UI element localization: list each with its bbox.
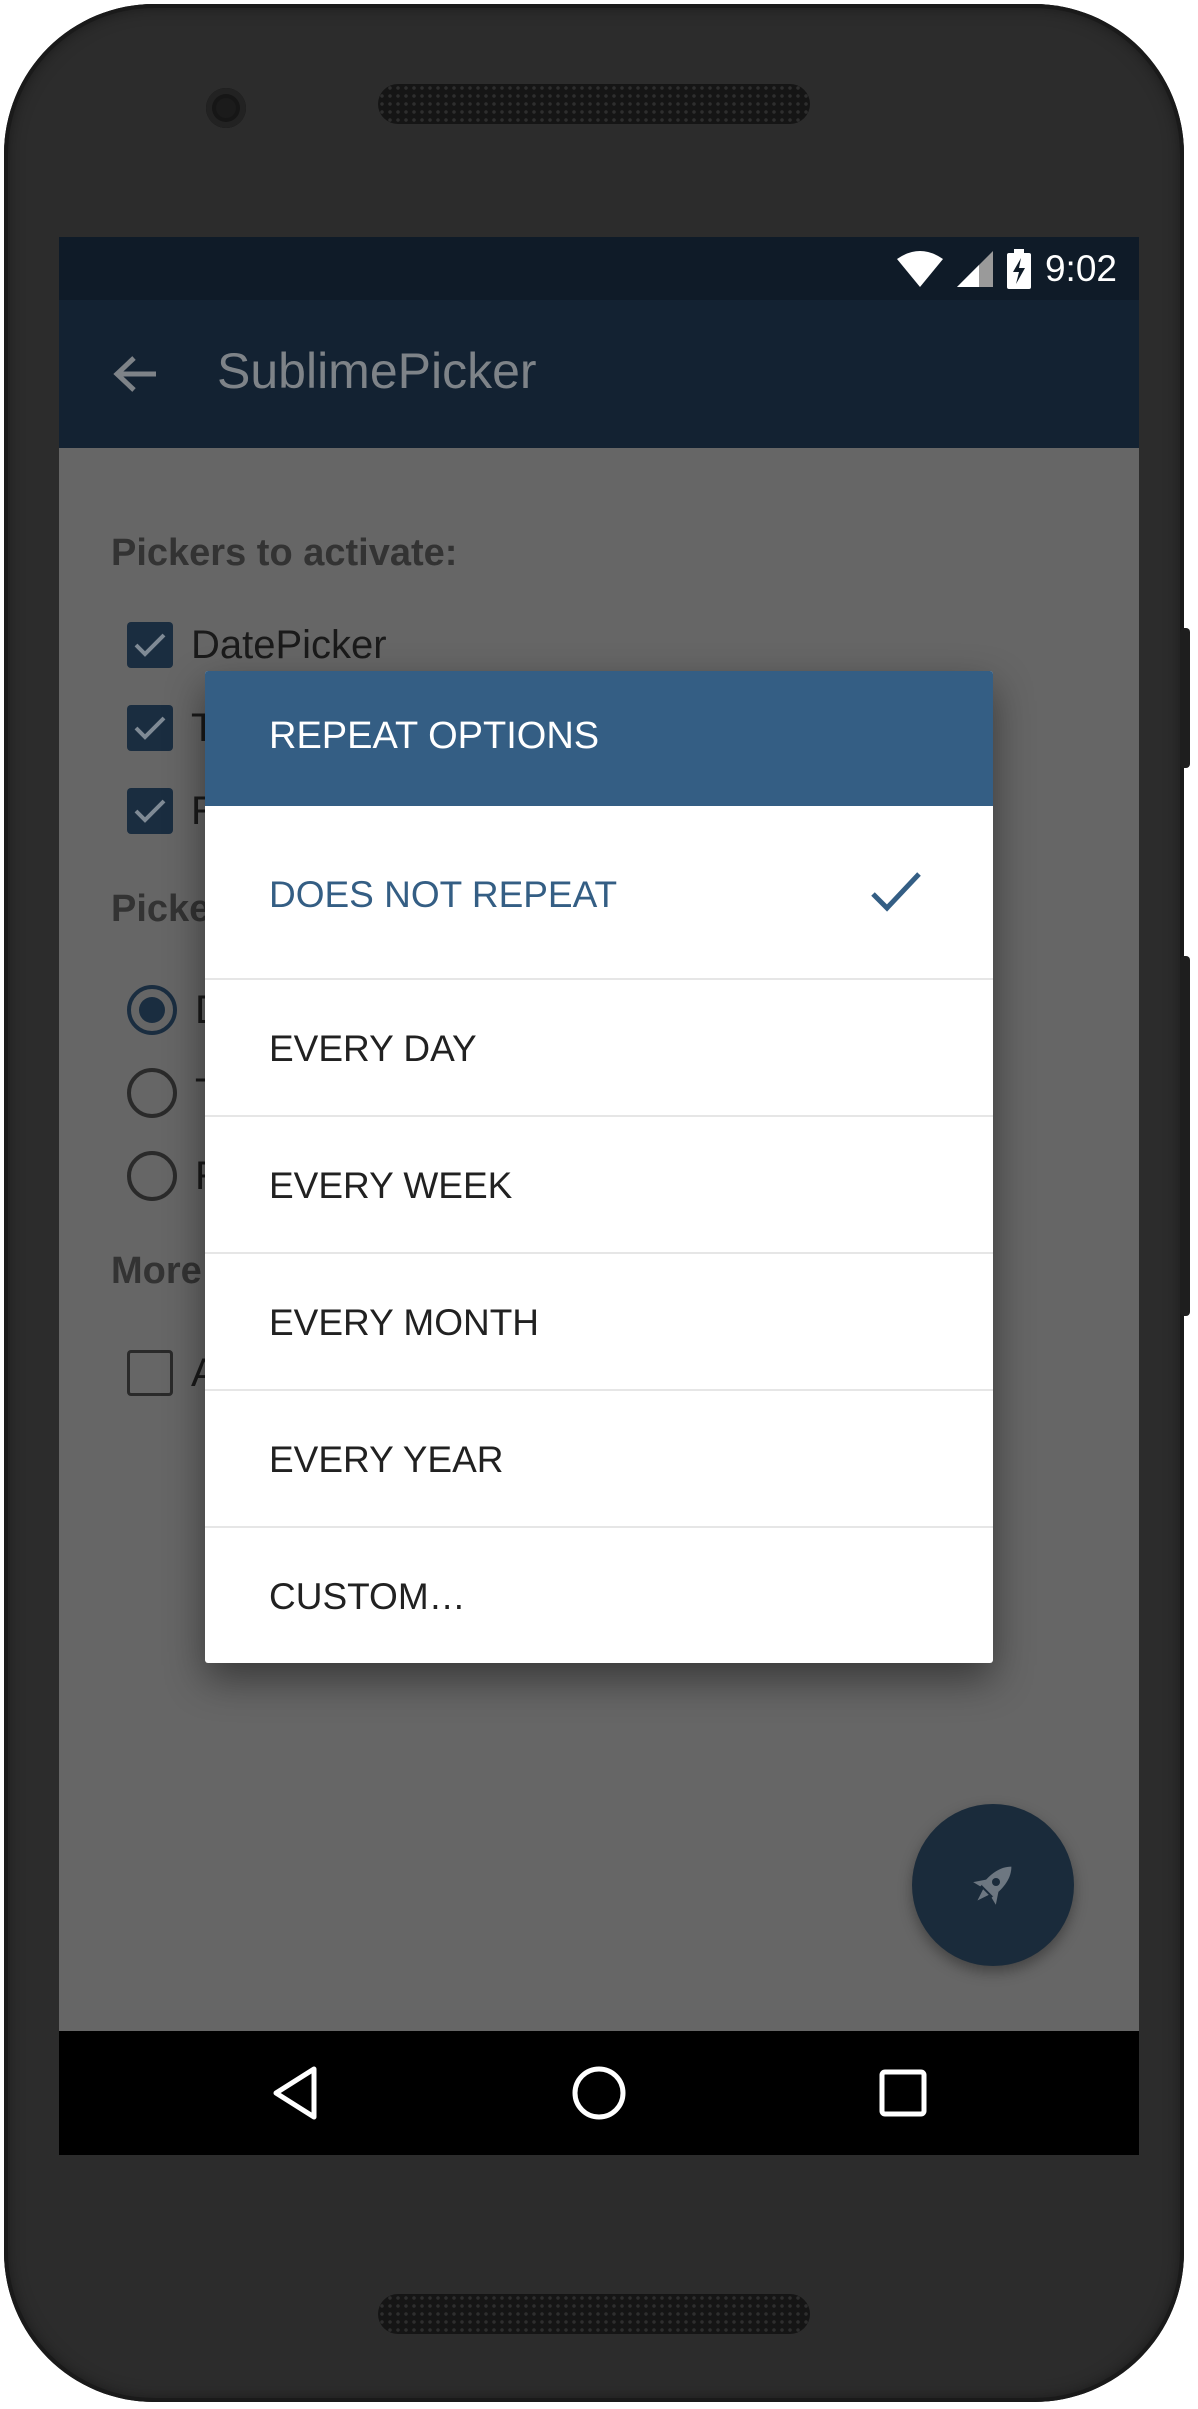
checkbox-unchecked[interactable] <box>127 1350 173 1396</box>
checkmark-icon <box>134 716 166 740</box>
radio-selected[interactable] <box>127 985 177 1035</box>
checkbox-checked[interactable] <box>127 788 173 834</box>
option-every-week[interactable]: EVERY WEEK <box>205 1117 993 1254</box>
checkbox-row-2[interactable]: T <box>127 698 215 758</box>
battery-charging-icon <box>1006 249 1031 289</box>
screen: 9:02 SublimePicker Pickers to activate: … <box>59 237 1139 2155</box>
signal-icon <box>956 251 993 287</box>
wifi-icon <box>896 251 943 287</box>
nav-back-button[interactable] <box>253 2051 337 2135</box>
checkbox-checked[interactable] <box>127 705 173 751</box>
dialog-title: REPEAT OPTIONS <box>269 715 600 757</box>
power-button <box>1180 628 1190 768</box>
option-label: DOES NOT REPEAT <box>269 874 618 915</box>
bottom-speaker <box>378 2294 810 2334</box>
check-icon <box>871 872 921 912</box>
checkbox-checked[interactable] <box>127 622 173 668</box>
top-speaker <box>378 84 810 124</box>
option-every-year[interactable]: EVERY YEAR <box>205 1391 993 1528</box>
option-custom[interactable]: CUSTOM… <box>205 1528 993 1663</box>
launch-fab[interactable] <box>912 1804 1074 1966</box>
checkbox-label: DatePicker <box>191 622 387 667</box>
home-circle-icon <box>572 2066 626 2120</box>
back-button[interactable] <box>105 344 165 404</box>
nav-recents-button[interactable] <box>861 2051 945 2135</box>
option-every-month[interactable]: EVERY MONTH <box>205 1254 993 1391</box>
status-time: 9:02 <box>1044 248 1117 289</box>
status-bar: 9:02 <box>59 237 1139 300</box>
app-title: SublimePicker <box>217 343 537 399</box>
option-label: EVERY WEEK <box>269 1165 513 1206</box>
checkbox-row-datepicker[interactable]: DatePicker <box>127 615 387 675</box>
recents-square-icon <box>879 2069 927 2117</box>
option-label: EVERY YEAR <box>269 1439 504 1480</box>
volume-button <box>1180 956 1190 1316</box>
option-label: EVERY DAY <box>269 1028 477 1069</box>
arrow-left-icon <box>113 356 156 392</box>
nav-bar <box>59 2031 1139 2155</box>
option-does-not-repeat[interactable]: DOES NOT REPEAT <box>205 806 993 980</box>
back-triangle-icon <box>273 2066 317 2120</box>
checkmark-icon <box>134 799 166 823</box>
rocket-icon <box>973 1866 1012 1905</box>
phone-frame: 9:02 SublimePicker Pickers to activate: … <box>4 4 1190 2402</box>
pickers-section-title: Pickers to activate: <box>111 532 458 574</box>
more-section-title: More <box>111 1250 202 1292</box>
option-label: EVERY MONTH <box>269 1302 540 1343</box>
option-label: CUSTOM… <box>269 1576 466 1617</box>
repeat-options-dialog: REPEAT OPTIONS DOES NOT REPEAT EVERY DAY… <box>205 671 993 1663</box>
app-bar: SublimePicker <box>59 300 1139 448</box>
checkmark-icon <box>134 633 166 657</box>
dialog-header: REPEAT OPTIONS <box>205 671 993 806</box>
radio-unselected[interactable] <box>127 1151 177 1201</box>
nav-home-button[interactable] <box>557 2051 641 2135</box>
radio-dot <box>139 997 165 1023</box>
radio-unselected[interactable] <box>127 1068 177 1118</box>
picker-to-show-section-title: Picke <box>111 888 211 930</box>
front-camera <box>206 88 246 128</box>
option-every-day[interactable]: EVERY DAY <box>205 980 993 1117</box>
